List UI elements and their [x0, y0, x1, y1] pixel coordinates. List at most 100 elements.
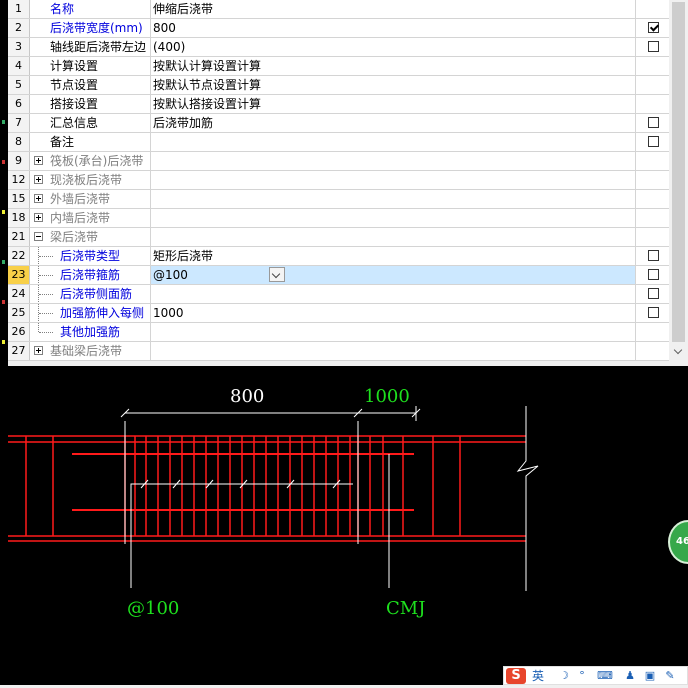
attach-checkbox[interactable] — [648, 269, 659, 280]
attach-checkbox[interactable] — [648, 22, 659, 33]
sogou-logo-icon[interactable]: S — [506, 668, 526, 684]
expand-plus-icon[interactable] — [34, 213, 43, 222]
property-row[interactable]: 24 后浇带侧面筋 — [8, 285, 677, 304]
property-value[interactable] — [151, 133, 636, 151]
property-value-text: 1000 — [153, 306, 184, 320]
property-value-text: 按默认搭接设置计算 — [153, 97, 262, 111]
keyboard-icon[interactable]: ⌨ — [597, 670, 613, 682]
user-icon[interactable]: ♟ — [624, 670, 636, 682]
property-value[interactable] — [151, 342, 636, 360]
property-label: 内墙后浇带 — [50, 211, 111, 225]
property-row[interactable]: 7 汇总信息 后浇带加筋 — [8, 114, 677, 133]
property-row[interactable]: 9 筏板(承台)后浇带 — [8, 152, 677, 171]
property-value[interactable]: 按默认搭接设置计算 — [151, 95, 636, 113]
property-label: 备注 — [50, 135, 75, 149]
property-label: 后浇带类型 — [60, 249, 121, 263]
row-number: 23 — [8, 266, 30, 284]
property-value[interactable] — [151, 285, 636, 303]
row-number: 26 — [8, 323, 30, 341]
vertical-scrollbar[interactable] — [669, 0, 688, 361]
property-value[interactable]: (400) — [151, 38, 636, 56]
cad-drawing-view[interactable]: 800 1000 @100 CMJ — [8, 366, 688, 685]
property-value[interactable] — [151, 323, 636, 341]
property-row[interactable]: 6 搭接设置 按默认搭接设置计算 — [8, 95, 677, 114]
property-row[interactable]: 2 后浇带宽度(mm) 800 — [8, 19, 677, 38]
property-name: 搭接设置 — [30, 95, 151, 113]
property-row[interactable]: 22 后浇带类型 矩形后浇带 — [8, 247, 677, 266]
expand-plus-icon[interactable] — [34, 346, 43, 355]
punctuation-icon[interactable]: ° — [576, 670, 588, 682]
attach-checkbox[interactable] — [648, 136, 659, 147]
property-name: 后浇带类型 — [30, 247, 151, 265]
cmj-label: CMJ — [386, 598, 425, 619]
property-value[interactable]: 1000 — [151, 304, 636, 322]
property-value[interactable] — [151, 209, 636, 227]
property-value[interactable]: 矩形后浇带 — [151, 247, 636, 265]
property-label: 汇总信息 — [50, 116, 99, 130]
property-row[interactable]: 3 轴线距后浇带左边 (400) — [8, 38, 677, 57]
attach-checkbox[interactable] — [648, 307, 659, 318]
property-label: 基础梁后浇带 — [50, 344, 123, 358]
property-label: 后浇带侧面筋 — [60, 287, 133, 301]
property-value[interactable] — [151, 152, 636, 170]
property-value[interactable] — [151, 171, 636, 189]
ime-toolbar[interactable]: S 英 ☽ ° ⌨ ♟ ▣ ✎ — [503, 666, 688, 685]
left-edge-strip — [0, 0, 8, 685]
property-value-text: 按默认计算设置计算 — [153, 59, 262, 73]
property-value-text: @100 — [153, 268, 188, 282]
row-number: 2 — [8, 19, 30, 37]
ime-language[interactable]: 英 — [532, 668, 544, 684]
row-number: 15 — [8, 190, 30, 208]
cad-canvas: 800 1000 @100 CMJ — [8, 386, 539, 619]
expand-plus-icon[interactable] — [34, 194, 43, 203]
expand-plus-icon[interactable] — [34, 175, 43, 184]
property-row[interactable]: 12 现浇板后浇带 — [8, 171, 677, 190]
property-value[interactable] — [151, 190, 636, 208]
property-value-text: 800 — [153, 21, 176, 35]
property-row[interactable]: 5 节点设置 按默认节点设置计算 — [8, 76, 677, 95]
reinforcement-bars — [72, 453, 414, 511]
property-name: 计算设置 — [30, 57, 151, 75]
property-row[interactable]: 26 其他加强筋 — [8, 323, 677, 342]
property-value[interactable]: 后浇带加筋 — [151, 114, 636, 132]
property-value[interactable]: 伸缩后浇带 — [151, 0, 636, 18]
stirrup-label: @100 — [127, 598, 179, 619]
property-row[interactable]: 23 后浇带箍筋 @100 — [8, 266, 677, 285]
tree-branch — [39, 294, 53, 295]
property-name: 内墙后浇带 — [30, 209, 151, 227]
property-row[interactable]: 21 梁后浇带 — [8, 228, 677, 247]
attach-checkbox[interactable] — [648, 250, 659, 261]
moon-icon[interactable]: ☽ — [558, 670, 570, 682]
property-label: 其他加强筋 — [60, 325, 121, 339]
property-name: 基础梁后浇带 — [30, 342, 151, 360]
attach-checkbox[interactable] — [648, 117, 659, 128]
property-value[interactable]: 800 — [151, 19, 636, 37]
row-number: 6 — [8, 95, 30, 113]
property-value[interactable]: @100 — [151, 266, 636, 284]
shirt-icon[interactable]: ▣ — [644, 670, 656, 682]
property-value[interactable]: 按默认计算设置计算 — [151, 57, 636, 75]
dimension-line — [120, 406, 421, 421]
property-row[interactable]: 1 名称 伸缩后浇带 — [8, 0, 677, 19]
property-row[interactable]: 27 基础梁后浇带 — [8, 342, 677, 361]
row-number: 7 — [8, 114, 30, 132]
property-value[interactable] — [151, 228, 636, 246]
attach-checkbox[interactable] — [648, 41, 659, 52]
wrench-icon[interactable]: ✎ — [664, 670, 676, 682]
tree-branch — [39, 275, 53, 276]
attach-checkbox[interactable] — [648, 288, 659, 299]
property-row[interactable]: 15 外墙后浇带 — [8, 190, 677, 209]
row-number: 27 — [8, 342, 30, 360]
expand-plus-icon[interactable] — [34, 156, 43, 165]
row-number: 12 — [8, 171, 30, 189]
property-name: 后浇带箍筋 — [30, 266, 151, 284]
property-value[interactable]: 按默认节点设置计算 — [151, 76, 636, 94]
property-row[interactable]: 25 加强筋伸入每侧 1000 — [8, 304, 677, 323]
dropdown-arrow-icon[interactable] — [269, 267, 285, 282]
scroll-down-arrow-icon[interactable] — [673, 345, 683, 355]
property-row[interactable]: 18 内墙后浇带 — [8, 209, 677, 228]
property-row[interactable]: 8 备注 — [8, 133, 677, 152]
property-row[interactable]: 4 计算设置 按默认计算设置计算 — [8, 57, 677, 76]
collapse-minus-icon[interactable] — [34, 232, 43, 241]
scrollbar-thumb[interactable] — [672, 2, 685, 342]
